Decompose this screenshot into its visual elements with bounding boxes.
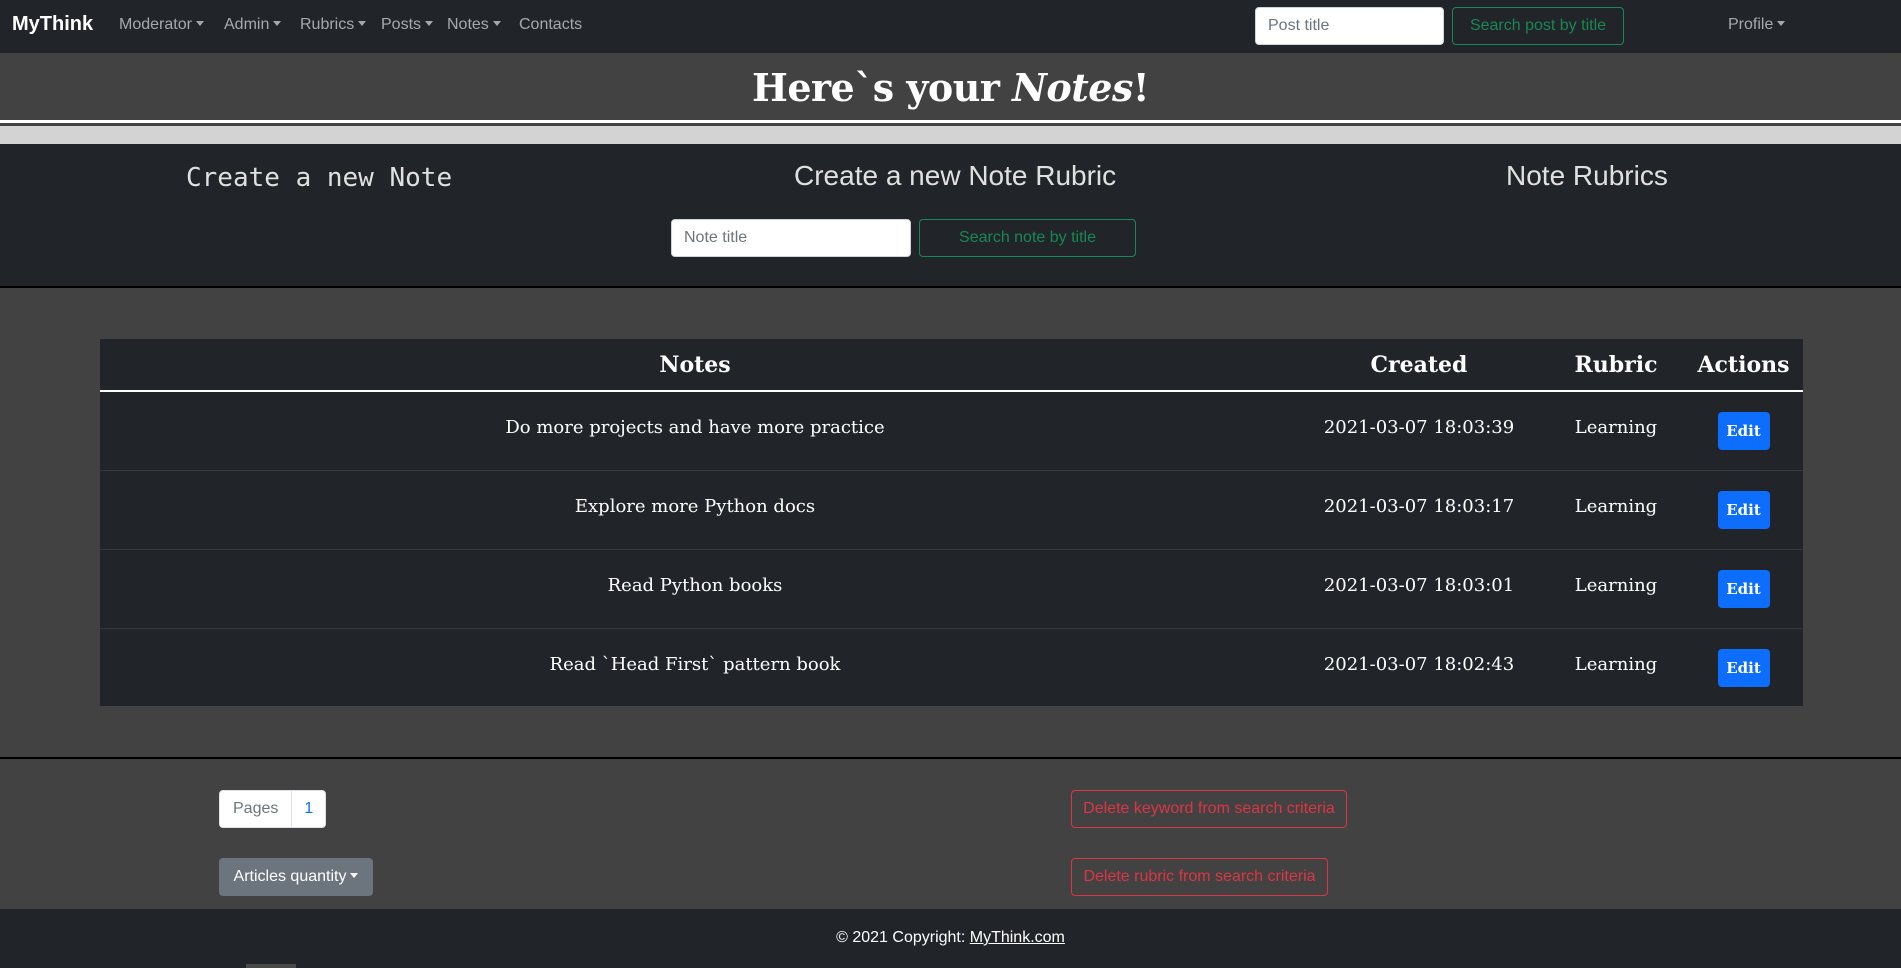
footer-tab-decoration bbox=[246, 964, 296, 968]
note-created-cell: 2021-03-07 18:03:17 bbox=[1290, 470, 1548, 550]
edit-button[interactable]: Edit bbox=[1717, 490, 1770, 529]
chevron-down-icon bbox=[273, 21, 282, 26]
pagination-label: Pages bbox=[220, 791, 293, 827]
table-row: Do more projects and have more practice … bbox=[100, 391, 1803, 471]
note-rubric-cell: Learning bbox=[1548, 470, 1684, 550]
edit-button[interactable]: Edit bbox=[1717, 569, 1770, 608]
delete-rubric-button[interactable]: Delete rubric from search criteria bbox=[1071, 858, 1328, 896]
nav-rubrics[interactable]: Rubrics bbox=[300, 16, 367, 34]
note-created-cell: 2021-03-07 18:03:01 bbox=[1290, 549, 1548, 629]
page-link-1[interactable]: 1 bbox=[292, 791, 325, 827]
chevron-down-icon bbox=[492, 21, 501, 26]
nav-moderator[interactable]: Moderator bbox=[119, 16, 204, 34]
note-rubric-cell: Learning bbox=[1574, 654, 1658, 676]
note-actions-cell: Edit bbox=[1684, 470, 1803, 550]
nav-posts[interactable]: Posts bbox=[381, 16, 434, 34]
note-actions-cell: Edit bbox=[1684, 391, 1803, 471]
delete-keyword-button[interactable]: Delete keyword from search criteria bbox=[1071, 790, 1347, 828]
articles-quantity-dropdown[interactable]: Articles quantity bbox=[219, 858, 373, 896]
title-emphasis: Notes bbox=[1012, 65, 1133, 110]
chevron-down-icon bbox=[425, 21, 434, 26]
note-title-cell[interactable]: Read Python books bbox=[100, 549, 1290, 629]
create-rubric-link[interactable]: Create a new Note Rubric bbox=[794, 160, 1116, 192]
note-title-cell[interactable]: Explore more Python docs bbox=[100, 470, 1290, 550]
chevron-down-icon bbox=[358, 21, 367, 26]
nav-rubrics-label: Rubrics bbox=[300, 16, 355, 33]
notes-action-bar: Create a new Note Create a new Note Rubr… bbox=[0, 144, 1901, 288]
header-actions: Actions bbox=[1684, 339, 1803, 392]
table-row: Explore more Python docs 2021-03-07 18:0… bbox=[100, 470, 1803, 550]
post-search-input[interactable] bbox=[1255, 7, 1444, 45]
title-prefix: Here`s your bbox=[751, 65, 1013, 110]
copyright-text: © 2021 Copyright: bbox=[836, 929, 970, 946]
table-row: Read Python books 2021-03-07 18:03:01 Le… bbox=[100, 549, 1803, 629]
page-hero: Here`s your Notes! bbox=[0, 53, 1901, 123]
note-rubric-cell: Learning bbox=[1548, 549, 1684, 629]
search-note-button[interactable]: Search note by title bbox=[919, 219, 1136, 257]
nav-moderator-label: Moderator bbox=[119, 16, 192, 33]
page-title: Here`s your Notes! bbox=[0, 53, 1901, 123]
note-rubrics-link[interactable]: Note Rubrics bbox=[1506, 160, 1668, 192]
edit-button[interactable]: Edit bbox=[1717, 411, 1770, 450]
chevron-down-icon bbox=[1777, 21, 1786, 26]
title-suffix: ! bbox=[1132, 65, 1150, 110]
divider-strip bbox=[0, 126, 1901, 144]
brand-logo[interactable]: MyThink bbox=[12, 13, 93, 36]
note-created-cell: 2021-03-07 18:03:39 bbox=[1290, 391, 1548, 471]
nav-profile-label: Profile bbox=[1728, 16, 1774, 33]
note-actions-cell: Edit bbox=[1684, 549, 1803, 629]
header-created: Created bbox=[1290, 339, 1548, 392]
header-notes: Notes bbox=[100, 339, 1290, 392]
nav-admin[interactable]: Admin bbox=[224, 16, 282, 34]
chevron-down-icon bbox=[350, 873, 359, 878]
header-rubric: Rubric bbox=[1548, 339, 1684, 392]
nav-contacts[interactable]: Contacts bbox=[519, 16, 582, 34]
nav-posts-label: Posts bbox=[381, 16, 422, 33]
top-navbar: MyThink Moderator Admin Rubrics Posts No… bbox=[0, 0, 1901, 53]
nav-profile[interactable]: Profile bbox=[1728, 16, 1786, 34]
edit-button[interactable]: Edit bbox=[1717, 648, 1770, 687]
nav-notes-label: Notes bbox=[447, 16, 489, 33]
note-actions-cell: Edit bbox=[1684, 628, 1803, 707]
note-created-cell: 2021-03-07 18:02:43 bbox=[1323, 654, 1515, 676]
create-note-link[interactable]: Create a new Note bbox=[186, 163, 452, 193]
articles-quantity-label: Articles quantity bbox=[233, 868, 347, 885]
notes-table: Notes Created Rubric Actions Do more pro… bbox=[100, 339, 1803, 707]
footer-link[interactable]: MyThink.com bbox=[970, 929, 1065, 946]
note-search-input[interactable] bbox=[671, 219, 911, 257]
table-row: Read `Head First` pattern book 2021-03-0… bbox=[100, 628, 1803, 707]
note-title-cell[interactable]: Do more projects and have more practice bbox=[100, 391, 1290, 471]
nav-notes[interactable]: Notes bbox=[447, 16, 501, 34]
page-footer: © 2021 Copyright: MyThink.com bbox=[0, 909, 1901, 968]
chevron-down-icon bbox=[195, 21, 204, 26]
nav-admin-label: Admin bbox=[224, 16, 270, 33]
search-post-button[interactable]: Search post by title bbox=[1452, 7, 1624, 45]
note-title-cell[interactable]: Read `Head First` pattern book bbox=[100, 628, 1290, 707]
section-divider bbox=[0, 757, 1901, 759]
note-rubric-cell: Learning bbox=[1548, 391, 1684, 471]
table-header-row: Notes Created Rubric Actions bbox=[100, 339, 1803, 392]
pagination: Pages 1 bbox=[219, 790, 327, 828]
notes-table-container: Notes Created Rubric Actions Do more pro… bbox=[100, 339, 1803, 706]
